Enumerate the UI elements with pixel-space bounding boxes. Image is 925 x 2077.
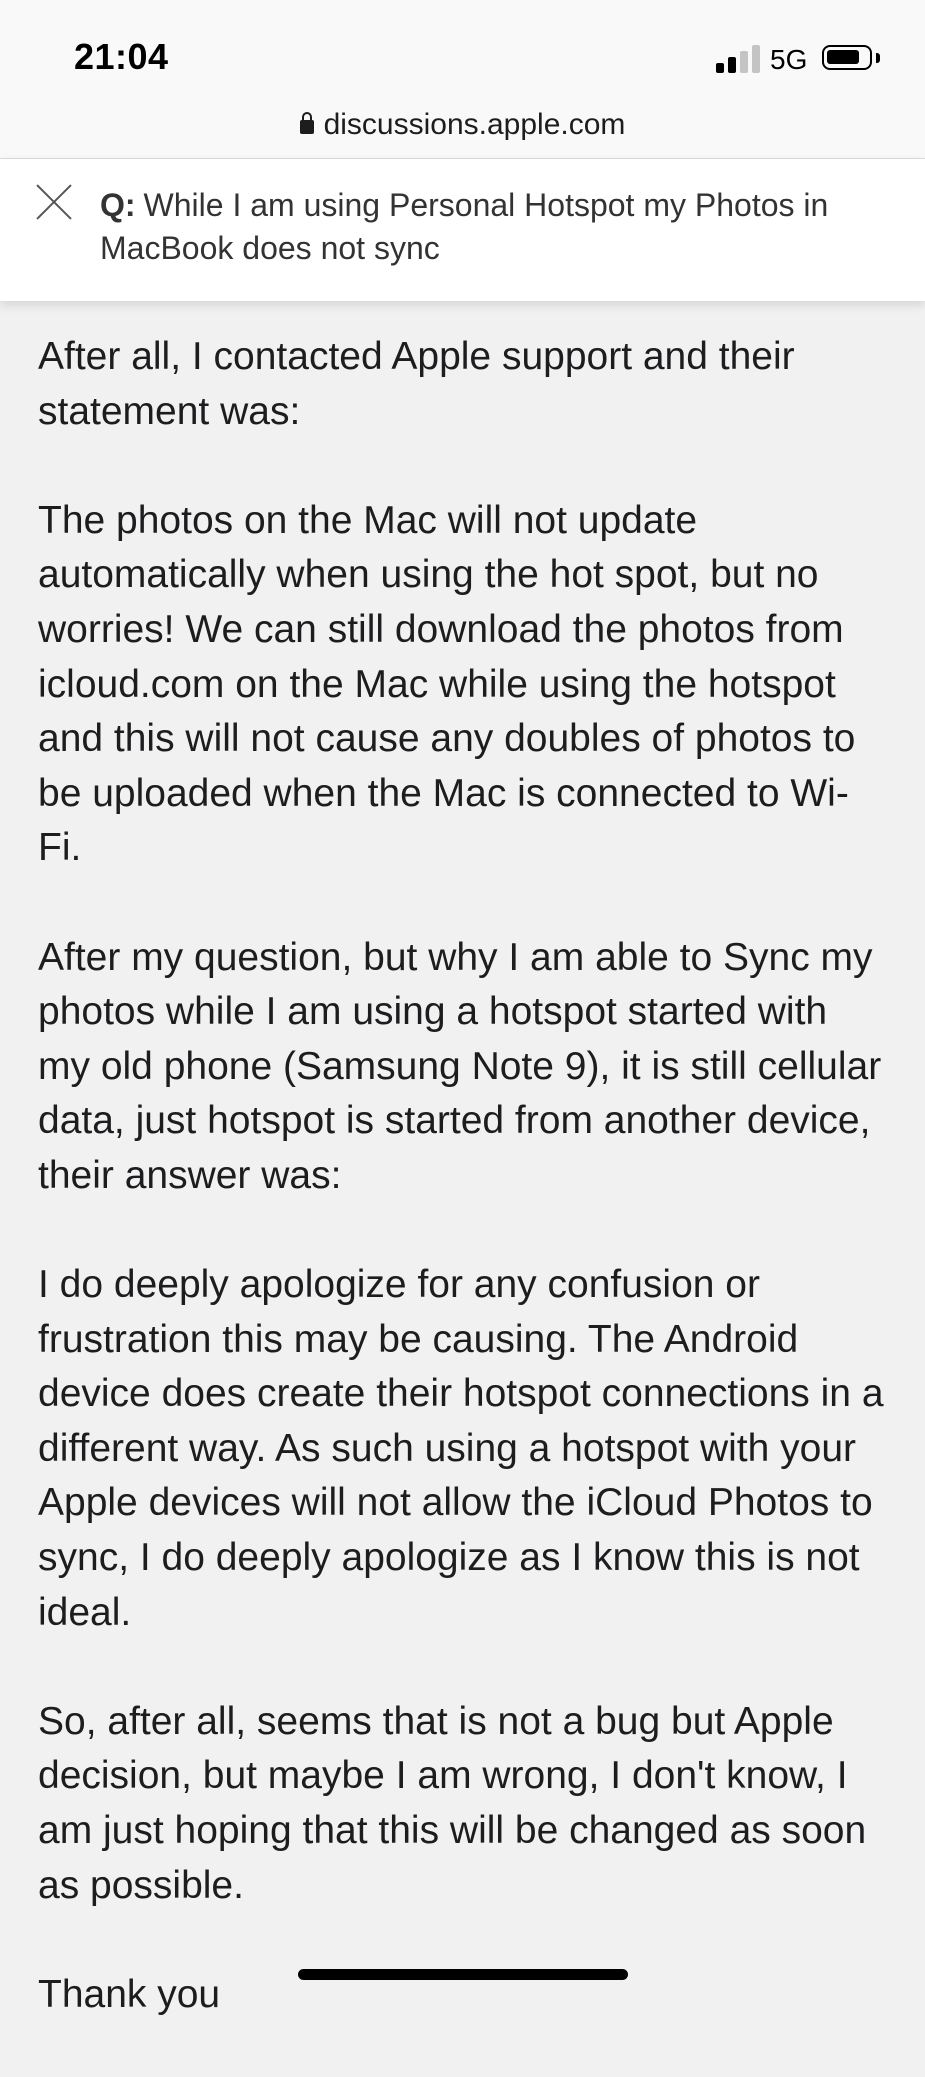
lock-icon (299, 112, 314, 134)
post-body: After all, I contacted Apple support and… (38, 330, 888, 2077)
post-paragraph: I do deeply apologize for any confusion … (38, 1263, 884, 1634)
close-icon[interactable] (36, 184, 72, 220)
home-indicator[interactable] (298, 1969, 628, 1980)
post-paragraph: So, after all, seems that is not a bug b… (38, 1699, 867, 1907)
post-paragraph: After my question, but why I am able to … (38, 935, 882, 1197)
url-text[interactable]: discussions.apple.com (324, 108, 626, 141)
battery-cap (876, 53, 880, 63)
signal-strength-icon (716, 43, 760, 73)
status-time: 21:04 (74, 36, 169, 77)
status-bar: 21:04 5G (0, 0, 925, 100)
browser-url-bar[interactable]: discussions.apple.com (0, 100, 925, 159)
battery-icon (822, 45, 872, 70)
question-title: Q: While I am using Personal Hotspot my P… (100, 184, 890, 270)
question-prefix: Q: (100, 187, 136, 223)
network-type: 5G (770, 44, 808, 75)
question-title-text: While I am using Personal Hotspot my Pho… (100, 187, 829, 266)
post-paragraph: The photos on the Mac will not update au… (38, 498, 856, 870)
post-paragraph: After all, I contacted Apple support and… (38, 335, 795, 433)
